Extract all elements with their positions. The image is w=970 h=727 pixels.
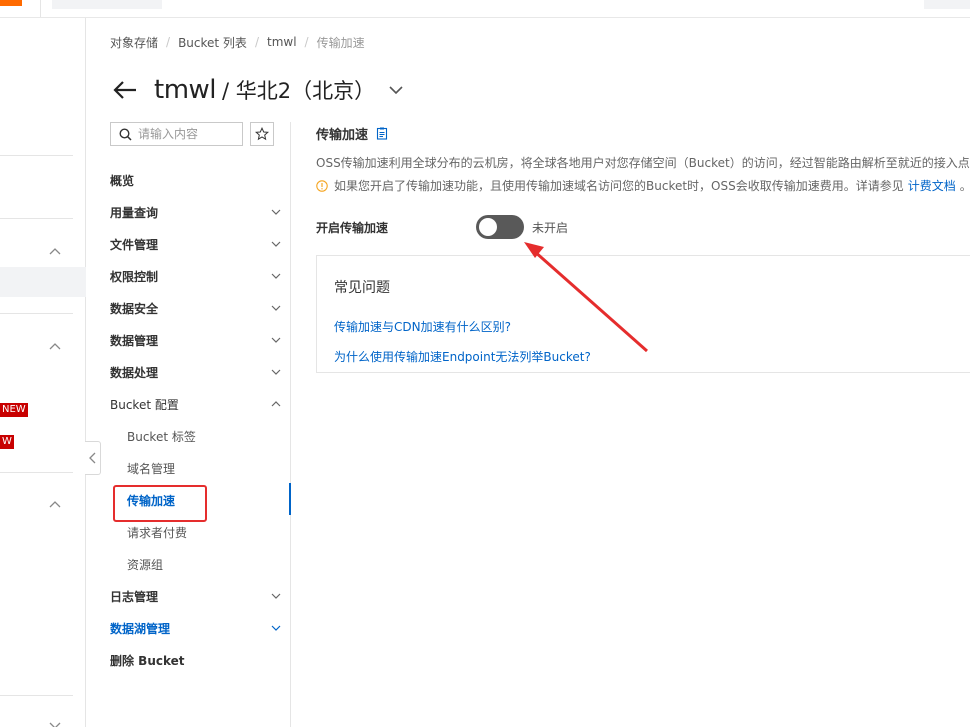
nav-search-box[interactable] <box>110 122 243 146</box>
chevron-up-icon[interactable] <box>48 245 62 259</box>
breadcrumb-separator: / <box>254 35 259 49</box>
divider <box>0 472 73 473</box>
divider <box>40 0 41 17</box>
nav-item-label: 数据处理 <box>110 365 159 380</box>
nav-item-label: 数据管理 <box>110 333 159 348</box>
breadcrumb-separator: / <box>166 35 171 49</box>
warning-end: 。 <box>960 177 970 194</box>
nav-item-label: 文件管理 <box>110 237 159 252</box>
page-title-row: tmwl / 华北2（北京） <box>112 72 405 108</box>
nav-item-label: 概览 <box>110 173 135 188</box>
nav-search-input[interactable] <box>138 127 233 141</box>
chevron-down-icon[interactable] <box>387 81 405 99</box>
nav-item-data-security[interactable]: 数据安全 <box>110 298 282 318</box>
chevron-down-icon <box>271 593 281 599</box>
chevron-down-icon <box>271 305 281 311</box>
switch-knob <box>479 218 497 236</box>
global-search-input[interactable] <box>52 0 162 9</box>
new-badge: W <box>0 435 14 449</box>
chevron-down-icon <box>271 209 281 215</box>
back-button[interactable] <box>112 76 140 104</box>
top-bar-actions[interactable] <box>924 0 970 9</box>
nav-item-label: 删除 Bucket <box>110 653 185 668</box>
billing-doc-link[interactable]: 计费文档 <box>908 177 956 194</box>
sidebar-collapse-button[interactable] <box>85 441 101 475</box>
console-logo[interactable] <box>0 0 22 6</box>
nav-subitem-resource-group[interactable]: 资源组 <box>127 554 277 574</box>
global-sidebar: NEW W <box>0 18 86 727</box>
nav-item-bucket-config[interactable]: Bucket 配置 <box>110 394 282 414</box>
search-icon <box>119 127 132 141</box>
faq-link-cdn-difference[interactable]: 传输加速与CDN加速有什么区别? <box>334 318 511 335</box>
nav-item-label: Bucket 配置 <box>110 397 179 412</box>
new-badge: NEW <box>0 403 28 417</box>
chevron-down-icon <box>271 625 281 631</box>
nav-item-overview[interactable]: 概览 <box>110 170 282 190</box>
nav-item-data-processing[interactable]: 数据处理 <box>110 362 282 382</box>
breadcrumb-item-bucket-list[interactable]: Bucket 列表 <box>178 34 247 51</box>
chevron-down-icon <box>271 273 281 279</box>
nav-item-label: 数据湖管理 <box>110 621 171 636</box>
chevron-up-icon[interactable] <box>48 340 62 354</box>
chevron-down-icon <box>271 369 281 375</box>
nav-item-label: 日志管理 <box>110 589 159 604</box>
acceleration-switch[interactable] <box>476 215 524 239</box>
breadcrumb-item-oss[interactable]: 对象存储 <box>110 34 158 51</box>
warning-text: 如果您开启了传输加速功能，且使用传输加速域名访问您的Bucket时，OSS会收取… <box>334 179 904 193</box>
nav-item-label: 数据安全 <box>110 301 159 316</box>
acceleration-toggle-row: 开启传输加速 未开启 <box>316 215 616 239</box>
nav-divider <box>290 122 291 727</box>
nav-item-data-lake[interactable]: 数据湖管理 <box>110 618 282 638</box>
nav-subitem-bucket-tags[interactable]: Bucket 标签 <box>127 426 277 446</box>
faq-link-endpoint-list[interactable]: 为什么使用传输加速Endpoint无法列举Bucket? <box>334 348 591 365</box>
sidebar-item-selected[interactable] <box>0 267 86 297</box>
faq-title: 常见问题 <box>334 280 390 296</box>
nav-item-data-management[interactable]: 数据管理 <box>110 330 282 350</box>
divider <box>0 218 73 219</box>
breadcrumb-item-current: 传输加速 <box>316 35 365 50</box>
divider <box>0 155 73 156</box>
nav-subitem-requester-pays[interactable]: 请求者付费 <box>127 522 277 542</box>
nav-item-label: 用量查询 <box>110 205 159 220</box>
chevron-up-icon <box>271 401 281 407</box>
description-text: OSS传输加速利用全球分布的云机房，将全球各地用户对您存储空间（Bucket）的… <box>316 156 970 170</box>
toggle-state-text: 未开启 <box>532 221 569 235</box>
toggle-label: 开启传输加速 <box>316 220 389 235</box>
nav-item-files[interactable]: 文件管理 <box>110 234 282 254</box>
chevron-left-icon <box>88 452 95 464</box>
breadcrumb-item-bucket[interactable]: tmwl <box>267 35 297 49</box>
breadcrumb: 对象存储 / Bucket 列表 / tmwl / 传输加速 <box>110 33 365 51</box>
divider <box>0 695 73 696</box>
arrow-left-icon <box>113 81 136 99</box>
star-icon <box>255 127 269 141</box>
chevron-down-icon <box>271 241 281 247</box>
bucket-name-title: tmwl <box>154 75 217 105</box>
divider <box>0 313 73 314</box>
nav-active-indicator <box>289 483 291 515</box>
nav-item-usage[interactable]: 用量查询 <box>110 202 282 222</box>
top-bar <box>0 0 970 18</box>
warning-icon <box>316 179 328 192</box>
section-title-text: 传输加速 <box>316 128 369 143</box>
section-title: 传输加速 <box>316 124 388 143</box>
bucket-region-title: / 华北2（北京） <box>222 79 376 103</box>
document-icon[interactable] <box>376 127 388 140</box>
chevron-down-icon <box>271 337 281 343</box>
breadcrumb-separator: / <box>304 35 309 49</box>
chevron-up-icon[interactable] <box>48 498 62 512</box>
chevron-down-icon[interactable] <box>48 718 62 727</box>
nav-item-delete-bucket[interactable]: 删除 Bucket <box>110 650 282 670</box>
nav-item-logs[interactable]: 日志管理 <box>110 586 282 606</box>
nav-item-label: 权限控制 <box>110 269 159 284</box>
billing-warning: 如果您开启了传输加速功能，且使用传输加速域名访问您的Bucket时，OSS会收取… <box>316 177 970 194</box>
faq-panel: 常见问题 传输加速与CDN加速有什么区别? 为什么使用传输加速Endpoint无… <box>316 255 970 373</box>
annotation-highlight-box <box>113 485 207 522</box>
nav-subitem-domain-management[interactable]: 域名管理 <box>127 458 277 478</box>
favorite-button[interactable] <box>250 122 274 146</box>
nav-item-permissions[interactable]: 权限控制 <box>110 266 282 286</box>
